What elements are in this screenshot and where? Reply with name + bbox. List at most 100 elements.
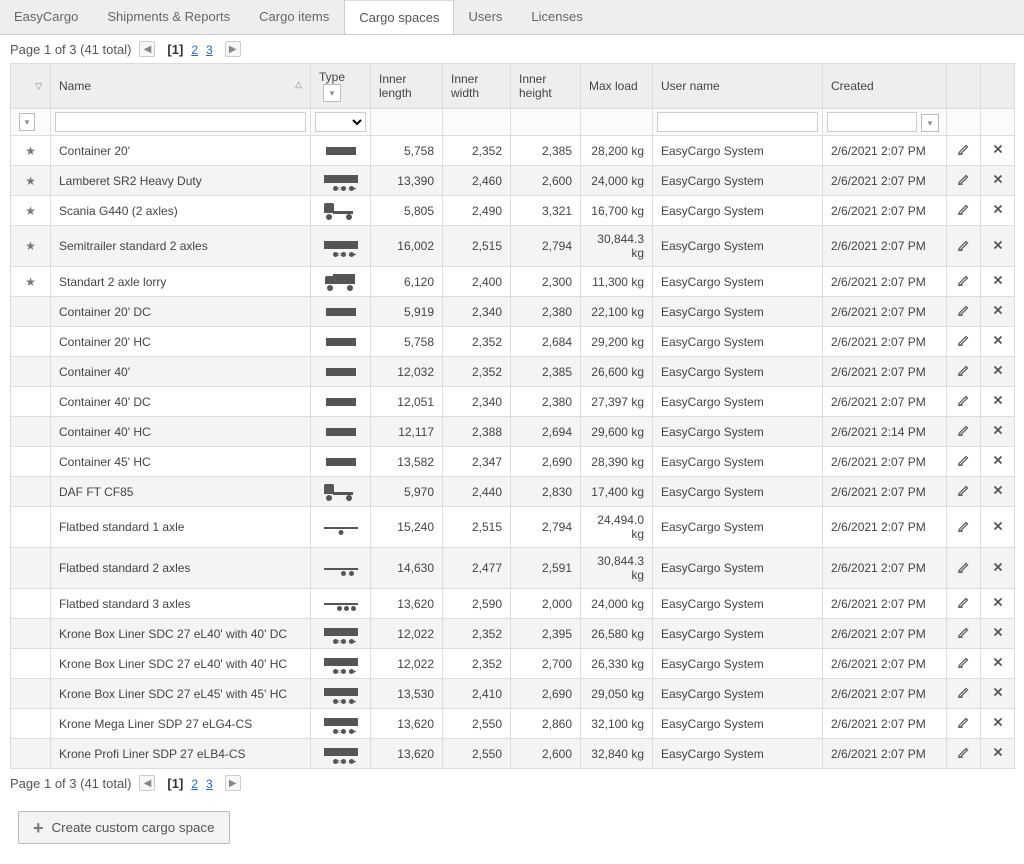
delete-button[interactable] <box>989 715 1006 729</box>
favorite-cell[interactable] <box>11 477 51 507</box>
delete-button[interactable] <box>989 595 1006 609</box>
favorite-cell[interactable] <box>11 327 51 357</box>
type-filter-select[interactable] <box>315 112 366 132</box>
delete-button[interactable] <box>989 303 1006 317</box>
edit-button[interactable] <box>955 745 972 759</box>
favorite-cell[interactable] <box>11 649 51 679</box>
col-created[interactable]: Created <box>823 64 947 109</box>
type-cell <box>311 649 371 679</box>
edit-button[interactable] <box>955 202 972 216</box>
delete-button[interactable] <box>989 333 1006 347</box>
edit-button[interactable] <box>955 303 972 317</box>
favorite-cell[interactable] <box>11 417 51 447</box>
delete-button[interactable] <box>989 685 1006 699</box>
name-filter-input[interactable] <box>55 112 306 132</box>
col-max-load[interactable]: Max load <box>581 64 653 109</box>
tab-cargo-items[interactable]: Cargo items <box>245 0 344 34</box>
pager-page-3[interactable]: 3 <box>206 43 213 57</box>
favorite-cell[interactable]: ★ <box>11 267 51 297</box>
favorite-cell[interactable] <box>11 357 51 387</box>
name-cell: Krone Box Liner SDC 27 eL45' with 45' HC <box>51 679 311 709</box>
container-icon <box>326 308 356 316</box>
favorite-cell[interactable] <box>11 739 51 769</box>
tab-users[interactable]: Users <box>454 0 517 34</box>
col-type[interactable]: Type▾ <box>311 64 371 109</box>
delete-button[interactable] <box>989 625 1006 639</box>
edit-button[interactable] <box>955 238 972 252</box>
favorite-cell[interactable]: ★ <box>11 166 51 196</box>
col-name[interactable]: Name△ <box>51 64 311 109</box>
favorite-cell[interactable] <box>11 709 51 739</box>
created-filter-dropdown[interactable]: ▾ <box>921 114 939 132</box>
col-favorite[interactable]: ▽ <box>11 64 51 109</box>
favorite-cell[interactable] <box>11 447 51 477</box>
edit-button[interactable] <box>955 363 972 377</box>
inner-height-cell: 2,000 <box>511 589 581 619</box>
favorite-cell[interactable]: ★ <box>11 196 51 226</box>
edit-button[interactable] <box>955 483 972 497</box>
favorite-cell[interactable] <box>11 589 51 619</box>
delete-button[interactable] <box>989 172 1006 186</box>
favorite-cell[interactable] <box>11 507 51 548</box>
tab-easycargo[interactable]: EasyCargo <box>0 0 93 34</box>
favorite-cell[interactable]: ★ <box>11 136 51 166</box>
edit-button[interactable] <box>955 423 972 437</box>
inner-height-cell: 3,321 <box>511 196 581 226</box>
pager-prev-button[interactable]: ◀ <box>139 41 155 57</box>
name-cell: Semitrailer standard 2 axles <box>51 226 311 267</box>
col-inner-width[interactable]: Inner width <box>443 64 511 109</box>
pager-page-2[interactable]: 2 <box>191 43 198 57</box>
edit-button[interactable] <box>955 393 972 407</box>
delete-button[interactable] <box>989 393 1006 407</box>
edit-button[interactable] <box>955 453 972 467</box>
delete-button[interactable] <box>989 202 1006 216</box>
edit-button[interactable] <box>955 685 972 699</box>
tab-shipments-reports[interactable]: Shipments & Reports <box>93 0 245 34</box>
create-button-label: Create custom cargo space <box>52 820 215 835</box>
tab-cargo-spaces[interactable]: Cargo spaces <box>344 0 454 34</box>
col-inner-length[interactable]: Inner length <box>371 64 443 109</box>
favorite-cell[interactable] <box>11 548 51 589</box>
favorite-cell[interactable] <box>11 619 51 649</box>
edit-button[interactable] <box>955 625 972 639</box>
pager-next-button[interactable]: ▶ <box>225 775 241 791</box>
delete-button[interactable] <box>989 453 1006 467</box>
delete-button[interactable] <box>989 560 1006 574</box>
favorite-cell[interactable] <box>11 387 51 417</box>
edit-button[interactable] <box>955 142 972 156</box>
edit-button[interactable] <box>955 172 972 186</box>
type-filter-dropdown[interactable]: ▾ <box>323 84 341 102</box>
delete-button[interactable] <box>989 655 1006 669</box>
delete-button[interactable] <box>989 519 1006 533</box>
user-cell: EasyCargo System <box>653 447 823 477</box>
pager-prev-button[interactable]: ◀ <box>139 775 155 791</box>
col-user-name[interactable]: User name <box>653 64 823 109</box>
edit-button[interactable] <box>955 560 972 574</box>
delete-button[interactable] <box>989 363 1006 377</box>
col-inner-height[interactable]: Inner height <box>511 64 581 109</box>
favorite-cell[interactable] <box>11 679 51 709</box>
delete-button[interactable] <box>989 483 1006 497</box>
created-filter-input[interactable] <box>827 112 917 132</box>
delete-button[interactable] <box>989 423 1006 437</box>
pager-page-3[interactable]: 3 <box>206 777 213 791</box>
edit-button[interactable] <box>955 595 972 609</box>
delete-button[interactable] <box>989 745 1006 759</box>
edit-button[interactable] <box>955 655 972 669</box>
favorite-cell[interactable]: ★ <box>11 226 51 267</box>
type-cell <box>311 507 371 548</box>
edit-button[interactable] <box>955 273 972 287</box>
delete-button[interactable] <box>989 273 1006 287</box>
favorite-filter-dropdown[interactable]: ▾ <box>19 113 35 131</box>
pager-next-button[interactable]: ▶ <box>225 41 241 57</box>
favorite-cell[interactable] <box>11 297 51 327</box>
create-cargo-space-button[interactable]: + Create custom cargo space <box>18 811 230 844</box>
edit-button[interactable] <box>955 715 972 729</box>
edit-button[interactable] <box>955 519 972 533</box>
tab-licenses[interactable]: Licenses <box>517 0 597 34</box>
edit-button[interactable] <box>955 333 972 347</box>
user-filter-input[interactable] <box>657 112 818 132</box>
delete-button[interactable] <box>989 238 1006 252</box>
delete-button[interactable] <box>989 142 1006 156</box>
pager-page-2[interactable]: 2 <box>191 777 198 791</box>
